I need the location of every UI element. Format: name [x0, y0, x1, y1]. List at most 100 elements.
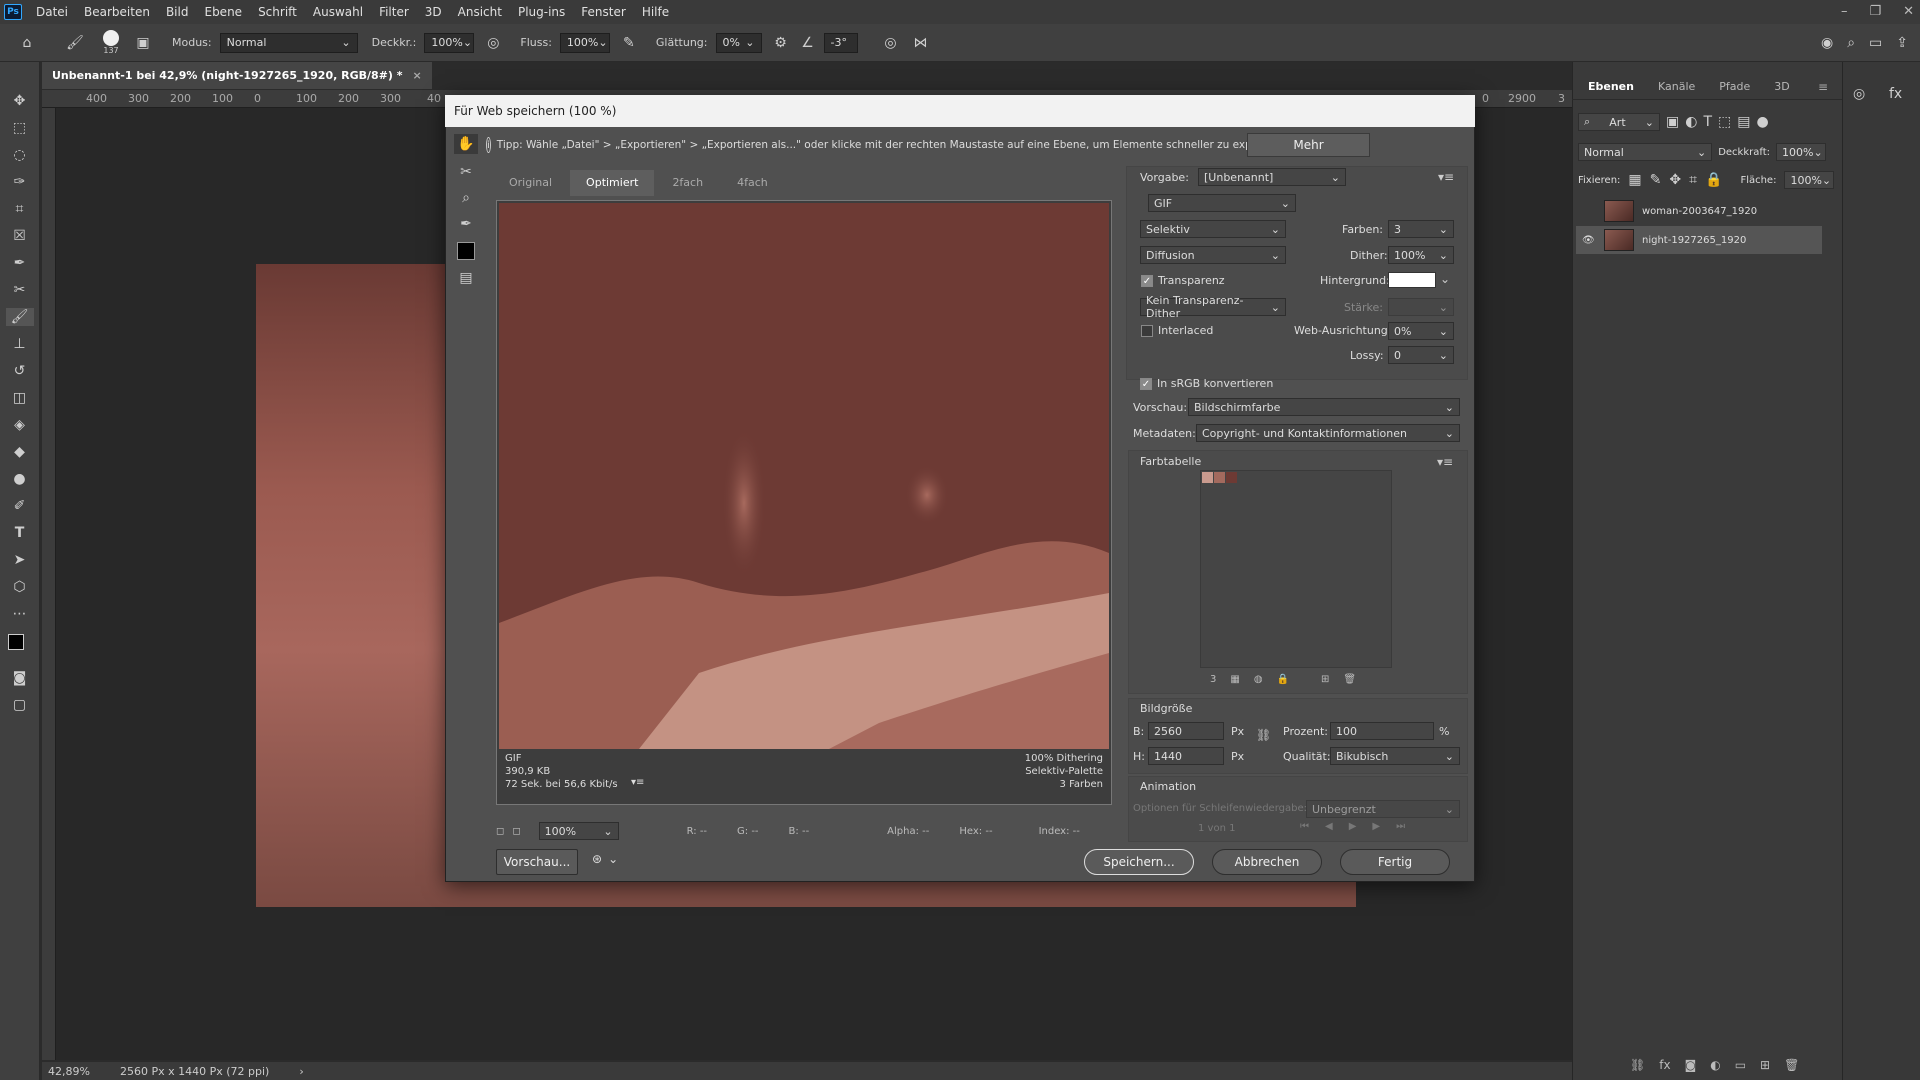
- stamp-tool-icon[interactable]: ⊥: [6, 335, 34, 353]
- tab-3d[interactable]: 3D: [1764, 74, 1799, 100]
- layer-filter-select[interactable]: ⌕ Art ⌄: [1578, 113, 1660, 131]
- filter-shape-icon[interactable]: ⬚: [1718, 114, 1731, 130]
- deckkr-field[interactable]: 100% ⌄: [424, 32, 475, 53]
- lock-pixels-icon[interactable]: ✎: [1650, 172, 1662, 188]
- eyedropper-tool-icon[interactable]: ✒: [6, 254, 34, 272]
- eyedropper-color-icon[interactable]: [457, 242, 475, 260]
- shape-tool-icon[interactable]: ⬡: [6, 578, 34, 596]
- link-icon[interactable]: ⛓: [1630, 1058, 1645, 1076]
- minimize-icon[interactable]: –: [1841, 0, 1848, 24]
- metadaten-select[interactable]: Copyright- und Kontaktinformationen ⌄: [1196, 424, 1460, 442]
- close-tab-icon[interactable]: ×: [413, 69, 422, 82]
- lock-color-icon[interactable]: 🔒: [1277, 674, 1289, 685]
- zoom-in-icon[interactable]: ◻: [512, 826, 520, 837]
- menu-auswahl[interactable]: Auswahl: [305, 0, 371, 24]
- lossy-field[interactable]: 0 ⌄: [1388, 346, 1454, 364]
- path-select-icon[interactable]: ➤: [6, 551, 34, 569]
- blur-tool-icon[interactable]: ◆: [6, 443, 34, 461]
- zoom-tool-icon[interactable]: ⌕: [462, 190, 470, 206]
- tab-4fach[interactable]: 4fach: [721, 170, 784, 196]
- filter-type-icon[interactable]: T: [1703, 114, 1712, 130]
- dodge-tool-icon[interactable]: ●: [6, 470, 34, 488]
- close-icon[interactable]: ✕: [1903, 0, 1914, 24]
- layer-row[interactable]: 👁 night-1927265_1920: [1576, 226, 1822, 254]
- healing-tool-icon[interactable]: ✂: [6, 281, 34, 299]
- panel-menu-icon[interactable]: ≡: [1818, 80, 1828, 94]
- fx-icon[interactable]: fx: [1659, 1058, 1670, 1076]
- menu-3d[interactable]: 3D: [417, 0, 450, 24]
- document-tab[interactable]: Unbenannt-1 bei 42,9% (night-1927265_192…: [42, 62, 432, 89]
- web-ausrichtung-field[interactable]: 0% ⌄: [1388, 322, 1454, 340]
- fx-icon[interactable]: fx: [1889, 86, 1902, 102]
- fertig-button[interactable]: Fertig: [1340, 849, 1450, 875]
- transparenz-checkbox[interactable]: ✓: [1141, 275, 1153, 287]
- height-field[interactable]: 1440: [1148, 747, 1224, 765]
- interlaced-checkbox[interactable]: [1141, 325, 1153, 337]
- zoom-select[interactable]: 100% ⌄: [538, 822, 619, 840]
- menu-ansicht[interactable]: Ansicht: [450, 0, 510, 24]
- brush-tool-icon[interactable]: 🖌: [5, 308, 34, 326]
- crop-tool-icon[interactable]: ⌗: [6, 200, 34, 218]
- farben-field[interactable]: 3 ⌄: [1388, 220, 1454, 238]
- adjustment-icon[interactable]: ◐: [1710, 1058, 1720, 1076]
- glaettung-field[interactable]: 0% ⌄: [715, 32, 762, 53]
- frame-tool-icon[interactable]: ☒: [6, 227, 34, 245]
- more-tools-icon[interactable]: ⋯: [6, 605, 34, 623]
- deckkraft-field[interactable]: 100% ⌄: [1776, 143, 1826, 161]
- lasso-tool-icon[interactable]: ◌: [6, 146, 34, 164]
- foreground-color-icon[interactable]: [7, 634, 24, 650]
- screen-mode-icon[interactable]: ▢: [6, 696, 34, 714]
- tab-ebenen[interactable]: Ebenen: [1578, 74, 1644, 100]
- menu-datei[interactable]: Datei: [28, 0, 76, 24]
- slice-select-icon[interactable]: ✂: [460, 164, 472, 180]
- layer-row[interactable]: woman-2003647_1920: [1576, 197, 1822, 225]
- home-icon[interactable]: ⌂: [16, 35, 38, 51]
- tab-kanaele[interactable]: Kanäle: [1648, 74, 1705, 100]
- status-zoom[interactable]: 42,89%: [48, 1065, 90, 1078]
- filter-smart-icon[interactable]: ▤: [1737, 114, 1750, 130]
- toggle-slices-icon[interactable]: ▤: [459, 270, 472, 286]
- pen-tool-icon[interactable]: ✐: [6, 497, 34, 515]
- brush-settings-icon[interactable]: ▣: [132, 35, 154, 51]
- restore-icon[interactable]: ❐: [1869, 0, 1881, 24]
- symmetry-icon[interactable]: ⋈: [910, 35, 932, 51]
- browser-preview[interactable]: ⊛ ⌄: [592, 852, 618, 866]
- menu-bearbeiten[interactable]: Bearbeiten: [76, 0, 158, 24]
- tab-original[interactable]: Original: [493, 170, 568, 196]
- modus-select[interactable]: Normal ⌄: [219, 32, 358, 53]
- move-tool-icon[interactable]: ✥: [6, 92, 34, 110]
- group-icon[interactable]: ▭: [1735, 1058, 1746, 1076]
- new-color-icon[interactable]: ⊞: [1321, 674, 1329, 685]
- width-field[interactable]: 2560: [1148, 722, 1224, 740]
- browser-icon[interactable]: ⊛: [592, 852, 602, 866]
- vorschau-select[interactable]: Bildschirmfarbe ⌄: [1188, 398, 1460, 416]
- tab-2fach[interactable]: 2fach: [656, 170, 719, 196]
- trash-icon[interactable]: 🗑: [1343, 674, 1356, 685]
- map-transparent-icon[interactable]: ▦: [1230, 674, 1239, 685]
- menu-schrift[interactable]: Schrift: [250, 0, 305, 24]
- menu-filter[interactable]: Filter: [371, 0, 417, 24]
- menu-hilfe[interactable]: Hilfe: [634, 0, 677, 24]
- brush-tool-icon[interactable]: 🖌: [60, 35, 90, 51]
- paint-bucket-icon[interactable]: ◈: [6, 416, 34, 434]
- chevron-down-icon[interactable]: ⌄: [1440, 272, 1450, 286]
- eyedropper-icon[interactable]: ✒: [460, 216, 472, 232]
- filter-adjust-icon[interactable]: ◐: [1685, 114, 1697, 130]
- color-swatches[interactable]: [6, 632, 34, 660]
- info-menu-icon[interactable]: ▾≡: [631, 777, 644, 788]
- gear-icon[interactable]: ⚙: [770, 35, 792, 51]
- srgb-checkbox[interactable]: ✓: [1140, 378, 1152, 390]
- tab-optimiert[interactable]: Optimiert: [570, 170, 655, 196]
- reduction-select[interactable]: Selektiv ⌄: [1140, 220, 1286, 238]
- chevron-right-icon[interactable]: ›: [299, 1065, 303, 1078]
- menu-ebene[interactable]: Ebene: [196, 0, 250, 24]
- share-user-icon[interactable]: ◉: [1821, 35, 1833, 51]
- hand-tool-icon[interactable]: ✋: [454, 134, 478, 154]
- share-icon[interactable]: ⇪: [1896, 35, 1908, 51]
- flaeche-field[interactable]: 100% ⌄: [1784, 171, 1835, 189]
- color-swatch[interactable]: [1226, 472, 1237, 483]
- dither-field[interactable]: 100% ⌄: [1388, 246, 1454, 264]
- menu-plugins[interactable]: Plug-ins: [510, 0, 573, 24]
- eraser-tool-icon[interactable]: ◫: [6, 389, 34, 407]
- abbrechen-button[interactable]: Abbrechen: [1212, 849, 1322, 875]
